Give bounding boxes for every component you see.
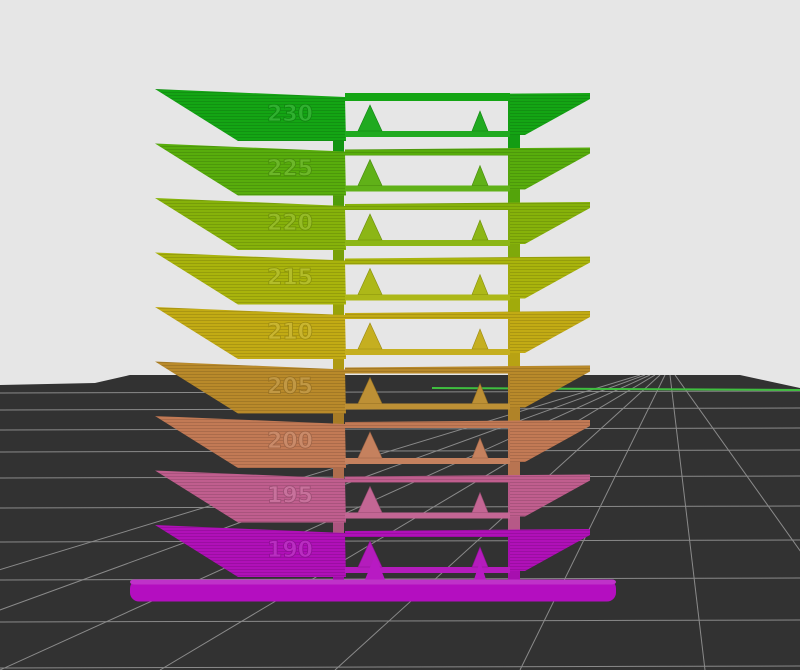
bed-surface (0, 375, 800, 670)
overhang-left (155, 252, 346, 305)
stringing-cone-large (357, 158, 383, 186)
stringing-cone-small (471, 328, 489, 350)
overhang-left (155, 143, 346, 196)
overhang-right (345, 147, 590, 190)
tower-tier-210: 210 (155, 307, 590, 359)
build-plate (0, 375, 800, 670)
bridge-beam (345, 512, 510, 519)
tower-tier-230: 230 (155, 89, 590, 141)
top-bridge (345, 93, 510, 101)
stringing-cone-large (357, 322, 383, 350)
tier-temperature-label: 225 (267, 157, 313, 182)
bridge-beam (345, 294, 510, 301)
tier-temperature-label: 220 (267, 211, 313, 236)
overhang-right (345, 256, 590, 299)
stringing-cone-large (357, 213, 383, 241)
stringing-cone-small (471, 219, 489, 241)
bridge-beam (345, 403, 510, 410)
bridge-beam (345, 240, 510, 246)
tier-temperature-label: 200 (267, 429, 313, 454)
tower-tier-220: 220 (155, 198, 590, 250)
tier-temperature-label: 205 (267, 375, 313, 400)
bridge-beam (345, 185, 510, 192)
bridge-beam (345, 349, 510, 355)
tier-temperature-label: 210 (267, 320, 313, 345)
tier-temperature-label: 195 (267, 484, 313, 509)
stringing-cone-small (471, 273, 489, 295)
3d-viewport[interactable]: 230 225 220 215 210 205 200 195 190 (0, 0, 800, 670)
overhang-left (155, 89, 346, 141)
stringing-cone-large (357, 104, 383, 132)
stringing-cone-small (471, 164, 489, 186)
slicer-preview-canvas[interactable]: 230 225 220 215 210 205 200 195 190 (0, 0, 800, 670)
tier-temperature-label: 215 (267, 266, 313, 291)
bridge-beam (345, 458, 510, 464)
tier-temperature-label: 190 (267, 538, 313, 563)
stringing-cone-large (357, 267, 383, 295)
overhang-left (155, 198, 346, 250)
overhang-left (155, 307, 346, 359)
overhang-right (345, 311, 590, 353)
bridge-beam (345, 131, 510, 137)
tier-temperature-label: 230 (267, 102, 313, 127)
tower-tier-225: 225 (155, 143, 590, 196)
overhang-right (345, 202, 590, 244)
stringing-cone-small (471, 110, 489, 132)
tower-tier-215: 215 (155, 252, 590, 305)
